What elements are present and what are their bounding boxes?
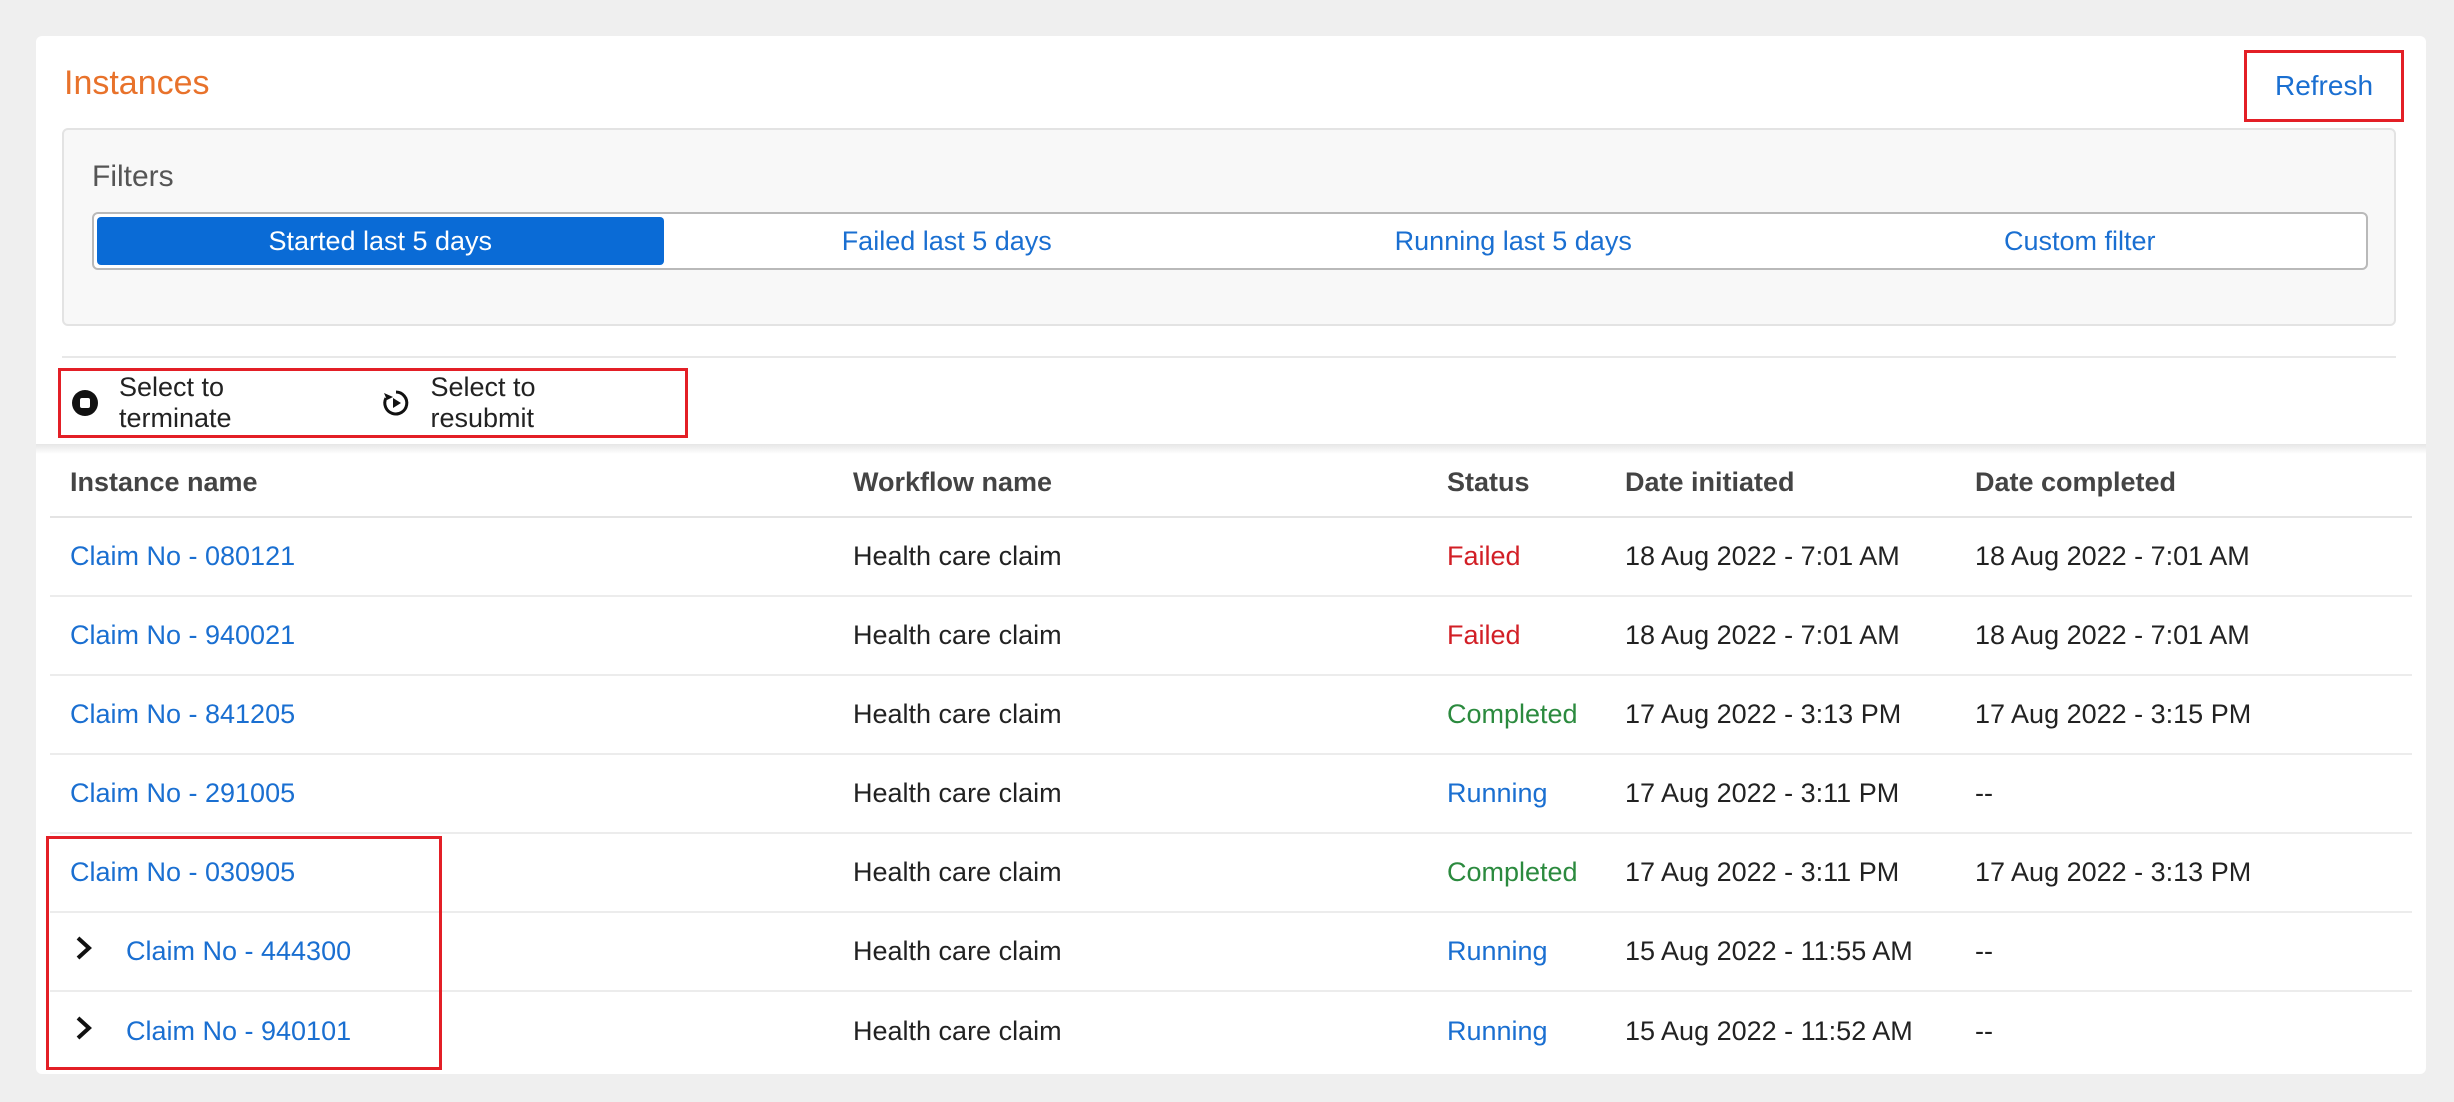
date-completed: 18 Aug 2022 - 7:01 AM — [1975, 541, 2250, 571]
column-instance-name[interactable]: Instance name — [50, 467, 853, 498]
date-completed: -- — [1975, 778, 1993, 808]
filter-running-last-5-days[interactable]: Running last 5 days — [1230, 217, 1797, 265]
filters-panel: Filters Started last 5 days Failed last … — [62, 128, 2396, 326]
replay-circle-icon — [382, 389, 410, 417]
workflow-name: Health care claim — [853, 699, 1062, 729]
page-title: Instances — [64, 64, 210, 102]
date-initiated: 18 Aug 2022 - 7:01 AM — [1625, 541, 1900, 571]
filter-segmented-control: Started last 5 days Failed last 5 days R… — [92, 212, 2368, 270]
table-row: Claim No - 940101 Health care claim Runn… — [50, 992, 2412, 1071]
divider — [62, 356, 2396, 358]
terminate-label: Select to terminate — [119, 372, 232, 433]
instances-table: Instance name Workflow name Status Date … — [50, 448, 2412, 1071]
filter-custom[interactable]: Custom filter — [1797, 217, 2364, 265]
resubmit-label: Select to resubmit — [430, 372, 536, 433]
status-text: Completed — [1447, 857, 1578, 887]
instance-link[interactable]: Claim No - 940101 — [126, 1016, 351, 1047]
date-initiated: 17 Aug 2022 - 3:11 PM — [1625, 857, 1900, 887]
table-row: Claim No - 030905 Health care claim Comp… — [50, 834, 2412, 913]
workflow-name: Health care claim — [853, 541, 1062, 571]
column-workflow-name[interactable]: Workflow name — [853, 467, 1447, 498]
status-text: Running — [1447, 936, 1548, 966]
table-row: Claim No - 080121 Health care claim Fail… — [50, 518, 2412, 597]
chevron-right-icon[interactable] — [74, 1015, 106, 1049]
date-completed: -- — [1975, 1016, 1993, 1046]
status-text: Completed — [1447, 699, 1578, 729]
date-initiated: 17 Aug 2022 - 3:13 PM — [1625, 699, 1902, 729]
filters-label: Filters — [92, 160, 174, 193]
instance-link[interactable]: Claim No - 030905 — [70, 857, 295, 888]
date-completed: -- — [1975, 936, 1993, 966]
workflow-name: Health care claim — [853, 857, 1062, 887]
status-text: Failed — [1447, 541, 1521, 571]
bulk-action-bar: Select to terminate Select to resubmit — [58, 368, 688, 438]
refresh-button[interactable]: Refresh — [2244, 50, 2404, 122]
date-completed: 17 Aug 2022 - 3:15 PM — [1975, 699, 2252, 729]
table-header: Instance name Workflow name Status Date … — [50, 448, 2412, 518]
date-initiated: 18 Aug 2022 - 7:01 AM — [1625, 620, 1900, 650]
date-initiated: 17 Aug 2022 - 3:11 PM — [1625, 778, 1900, 808]
workflow-name: Health care claim — [853, 1016, 1062, 1046]
status-text: Failed — [1447, 620, 1521, 650]
stop-circle-icon — [71, 389, 99, 417]
workflow-name: Health care claim — [853, 778, 1062, 808]
chevron-right-icon[interactable] — [74, 935, 106, 969]
status-text: Running — [1447, 1016, 1548, 1046]
status-text: Running — [1447, 778, 1548, 808]
date-initiated: 15 Aug 2022 - 11:52 AM — [1625, 1016, 1913, 1046]
table-row: Claim No - 841205 Health care claim Comp… — [50, 676, 2412, 755]
instance-link[interactable]: Claim No - 291005 — [70, 778, 295, 809]
instance-link[interactable]: Claim No - 940021 — [70, 620, 295, 651]
instances-card: Instances Refresh Filters Started last 5… — [36, 36, 2426, 1074]
date-completed: 18 Aug 2022 - 7:01 AM — [1975, 620, 2250, 650]
workflow-name: Health care claim — [853, 620, 1062, 650]
date-completed: 17 Aug 2022 - 3:13 PM — [1975, 857, 2252, 887]
date-initiated: 15 Aug 2022 - 11:55 AM — [1625, 936, 1913, 966]
instance-link[interactable]: Claim No - 080121 — [70, 541, 295, 572]
workflow-name: Health care claim — [853, 936, 1062, 966]
column-date-initiated[interactable]: Date initiated — [1625, 467, 1975, 498]
table-row: Claim No - 940021 Health care claim Fail… — [50, 597, 2412, 676]
table-row: Claim No - 444300 Health care claim Runn… — [50, 913, 2412, 992]
instance-link[interactable]: Claim No - 444300 — [126, 936, 351, 967]
filter-failed-last-5-days[interactable]: Failed last 5 days — [664, 217, 1231, 265]
column-status[interactable]: Status — [1447, 467, 1625, 498]
select-to-terminate-button[interactable]: Select to terminate — [71, 372, 342, 434]
select-to-resubmit-button[interactable]: Select to resubmit — [382, 372, 645, 434]
instance-link[interactable]: Claim No - 841205 — [70, 699, 295, 730]
column-date-completed[interactable]: Date completed — [1975, 467, 2412, 498]
filter-started-last-5-days[interactable]: Started last 5 days — [97, 217, 664, 265]
table-row: Claim No - 291005 Health care claim Runn… — [50, 755, 2412, 834]
